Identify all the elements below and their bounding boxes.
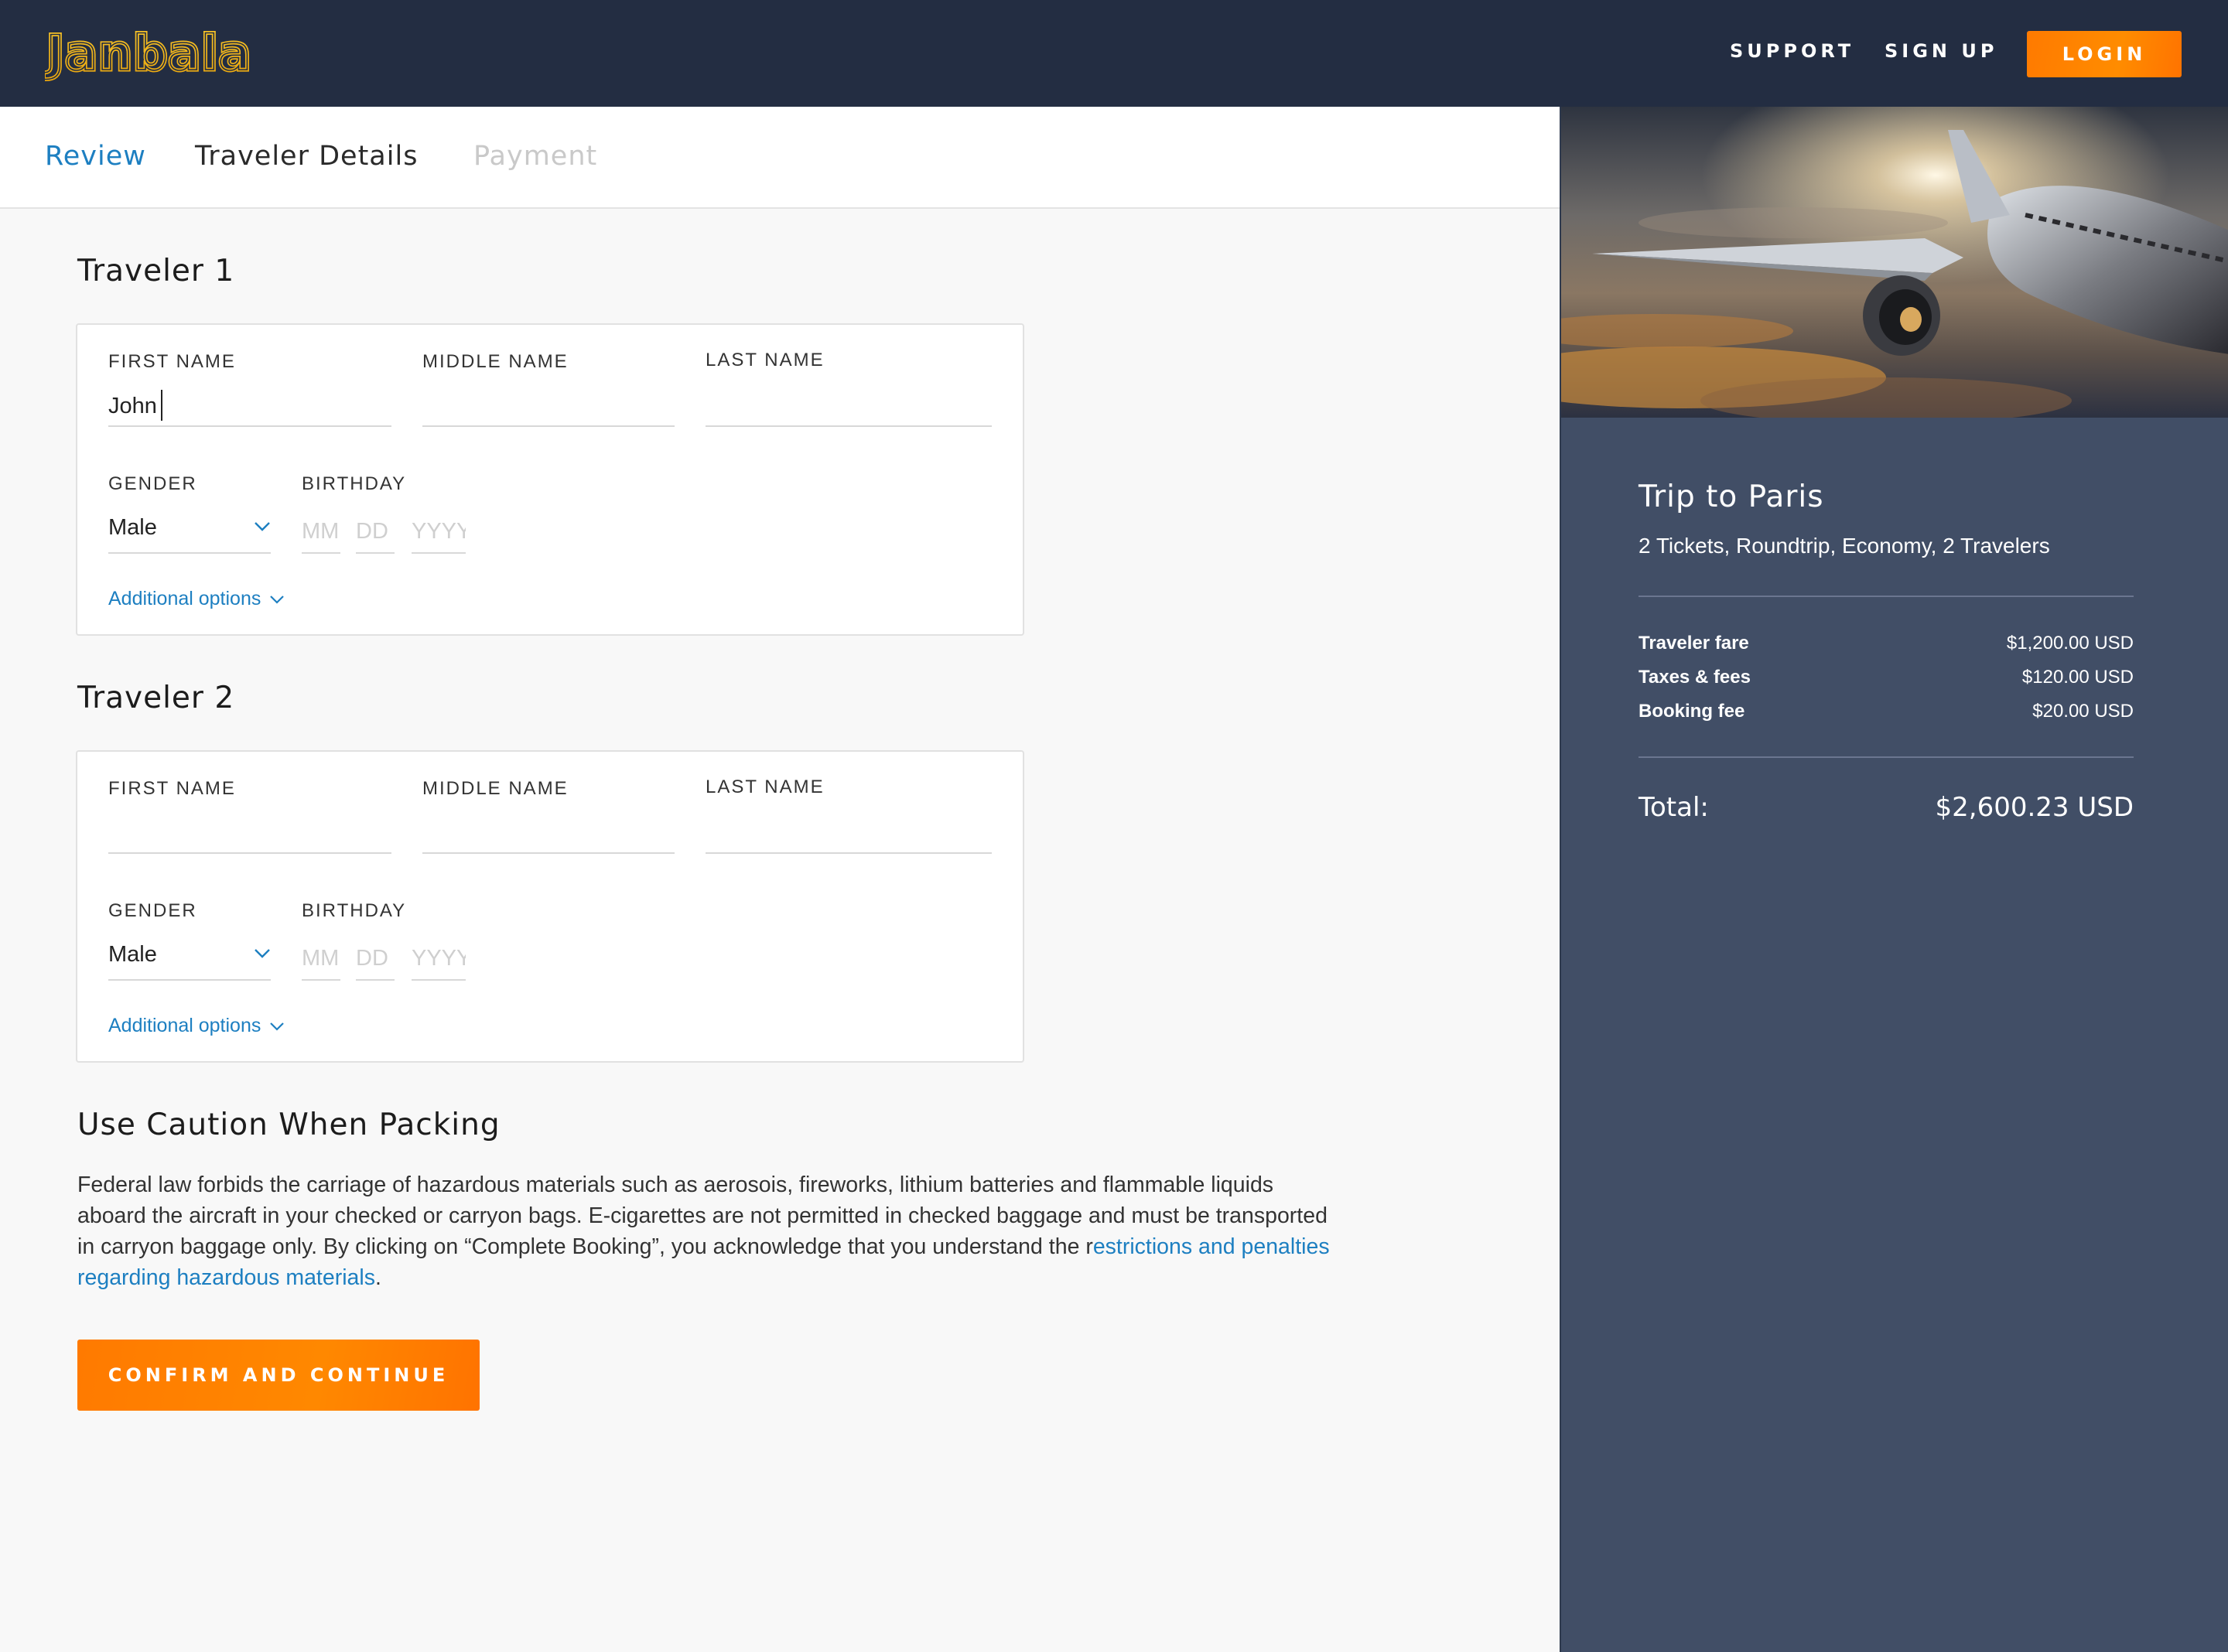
divider bbox=[1639, 596, 2134, 597]
traveler-2-title: Traveler 2 bbox=[77, 681, 235, 715]
caution-title: Use Caution When Packing bbox=[77, 1108, 501, 1142]
traveler-1-title: Traveler 1 bbox=[77, 254, 235, 288]
trip-title: Trip to Paris bbox=[1639, 480, 1824, 514]
fare-amount: $120.00 USD bbox=[2021, 667, 2134, 688]
total-row: Total: $2,600.23 USD bbox=[1639, 792, 2134, 823]
checkout-steps-tabs: Review Traveler Details Payment bbox=[0, 107, 1560, 209]
fare-row: Booking fee $20.00 USD bbox=[1639, 701, 2134, 722]
fare-label: Booking fee bbox=[1639, 701, 1745, 722]
traveler-2-last-name-input[interactable] bbox=[706, 814, 992, 854]
airplane-hero-image bbox=[1561, 107, 2228, 418]
birthday-label: BIRTHDAY bbox=[302, 473, 407, 494]
traveler-2-additional-options[interactable]: Additional options bbox=[108, 1015, 285, 1037]
traveler-1-last-name-input[interactable] bbox=[706, 387, 992, 427]
caution-text-end: . bbox=[374, 1265, 381, 1290]
trip-subtitle: 2 Tickets, Roundtrip, Economy, 2 Travele… bbox=[1639, 534, 2050, 558]
chevron-down-icon bbox=[270, 1022, 285, 1031]
first-name-label: FIRST NAME bbox=[108, 778, 236, 799]
traveler-2-birth-month-input[interactable] bbox=[302, 937, 340, 981]
trip-summary-panel: Trip to Paris 2 Tickets, Roundtrip, Econ… bbox=[1560, 107, 2228, 1652]
gender-value: Male bbox=[108, 515, 157, 540]
traveler-2-gender-select[interactable]: Male bbox=[108, 937, 271, 981]
sign-up-link[interactable]: SIGN UP bbox=[1885, 40, 1997, 62]
traveler-1-birth-day-input[interactable] bbox=[356, 510, 395, 554]
middle-name-label: MIDDLE NAME bbox=[422, 351, 569, 372]
text-cursor bbox=[161, 390, 162, 421]
total-label: Total: bbox=[1639, 792, 1709, 823]
tab-review[interactable]: Review bbox=[45, 141, 146, 172]
total-amount: $2,600.23 USD bbox=[1935, 792, 2134, 823]
traveler-2-middle-name-input[interactable] bbox=[422, 814, 675, 854]
support-link[interactable]: SUPPORT bbox=[1730, 40, 1854, 62]
chevron-down-icon bbox=[270, 596, 285, 604]
additional-options-label: Additional options bbox=[108, 1015, 261, 1036]
tab-traveler-details[interactable]: Traveler Details bbox=[195, 141, 418, 172]
last-name-label: LAST NAME bbox=[706, 350, 825, 370]
traveler-1-birth-year-input[interactable] bbox=[412, 510, 466, 554]
gender-value: Male bbox=[108, 942, 157, 967]
fare-label: Traveler fare bbox=[1639, 633, 1749, 654]
birthday-label: BIRTHDAY bbox=[302, 900, 407, 921]
gender-label: GENDER bbox=[108, 900, 197, 921]
fare-row: Traveler fare $1,200.00 USD bbox=[1639, 633, 2134, 654]
chevron-down-icon bbox=[255, 949, 270, 958]
fare-amount: $20.00 USD bbox=[2032, 701, 2134, 722]
traveler-1-additional-options[interactable]: Additional options bbox=[108, 588, 285, 610]
middle-name-label: MIDDLE NAME bbox=[422, 778, 569, 799]
traveler-1-gender-select[interactable]: Male bbox=[108, 510, 271, 554]
svg-text:Janbala: Janbala bbox=[45, 25, 251, 81]
traveler-1-card: FIRST NAME MIDDLE NAME LAST NAME GENDER … bbox=[76, 323, 1024, 636]
traveler-2-birth-day-input[interactable] bbox=[356, 937, 395, 981]
gender-label: GENDER bbox=[108, 473, 197, 494]
fare-label: Taxes & fees bbox=[1639, 667, 1751, 688]
traveler-1-middle-name-input[interactable] bbox=[422, 387, 675, 427]
traveler-2-birth-year-input[interactable] bbox=[412, 937, 466, 981]
additional-options-label: Additional options bbox=[108, 588, 261, 609]
caution-paragraph: Federal law forbids the carriage of haza… bbox=[77, 1169, 1346, 1293]
traveler-1-birth-month-input[interactable] bbox=[302, 510, 340, 554]
fare-amount: $1,200.00 USD bbox=[2006, 633, 2134, 654]
traveler-1-first-name-input[interactable] bbox=[108, 387, 391, 427]
confirm-and-continue-button[interactable]: CONFIRM AND CONTINUE bbox=[77, 1340, 480, 1411]
janbala-logo[interactable]: Janbala Janbala bbox=[45, 23, 313, 82]
traveler-2-first-name-input[interactable] bbox=[108, 814, 391, 854]
first-name-label: FIRST NAME bbox=[108, 351, 236, 372]
top-navigation-bar: Janbala Janbala SUPPORT SIGN UP LOGIN bbox=[0, 0, 2228, 107]
divider bbox=[1639, 756, 2134, 758]
login-button[interactable]: LOGIN bbox=[2027, 31, 2182, 77]
traveler-2-card: FIRST NAME MIDDLE NAME LAST NAME GENDER … bbox=[76, 750, 1024, 1063]
last-name-label: LAST NAME bbox=[706, 777, 825, 797]
chevron-down-icon bbox=[255, 522, 270, 531]
tab-payment[interactable]: Payment bbox=[473, 141, 597, 172]
fare-row: Taxes & fees $120.00 USD bbox=[1639, 667, 2134, 688]
